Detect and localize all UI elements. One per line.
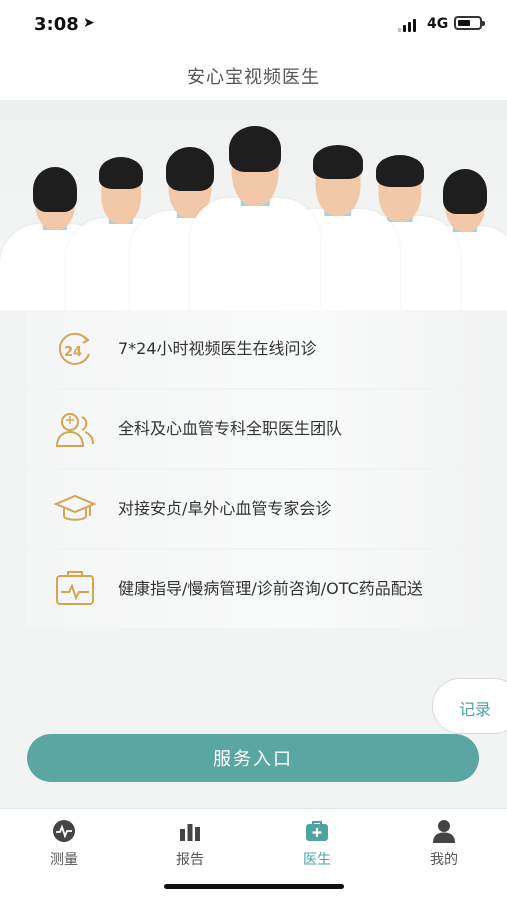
signal-icon xyxy=(398,18,416,32)
user-icon xyxy=(433,820,455,843)
feature-list: 24 7*24小时视频医生在线问诊 全科及心血管专科全职医生团队 对接安贞/阜外… xyxy=(26,310,480,630)
feature-card: 对接安贞/阜外心血管专家会诊 xyxy=(26,470,480,548)
doctor-team-icon xyxy=(55,413,94,447)
feature-card: 24 7*24小时视频医生在线问诊 xyxy=(26,310,480,388)
page-title: 安心宝视频医生 xyxy=(187,67,320,88)
bar-chart-icon xyxy=(180,824,200,841)
feature-card: 全科及心血管专科全职医生团队 xyxy=(26,390,480,468)
feature-text: 对接安贞/阜外心血管专家会诊 xyxy=(118,499,332,518)
tab-doctor[interactable]: 医生 xyxy=(272,819,362,875)
tab-label: 报告 xyxy=(176,852,204,868)
tab-measure[interactable]: 测量 xyxy=(19,819,109,875)
graduation-cap-icon xyxy=(54,494,96,521)
tab-label: 医生 xyxy=(303,852,331,868)
battery-icon xyxy=(454,16,485,30)
feature-text: 全科及心血管专科全职医生团队 xyxy=(118,419,343,438)
status-time: 3:08 xyxy=(34,14,79,35)
heartbeat-icon xyxy=(53,820,75,842)
records-button[interactable]: 记录 xyxy=(432,678,507,734)
location-arrow-icon: ➤ xyxy=(83,15,95,31)
tab-mine[interactable]: 我的 xyxy=(399,819,489,875)
tab-report[interactable]: 报告 xyxy=(145,819,235,875)
nav-header: 安心宝视频医生 xyxy=(0,50,507,101)
status-bar: 3:08 ➤ 4G xyxy=(0,0,507,50)
feature-card: 健康指导/慢病管理/诊前咨询/OTC药品配送 xyxy=(26,550,480,628)
health-record-icon xyxy=(56,571,94,605)
feature-text: 健康指导/慢病管理/诊前咨询/OTC药品配送 xyxy=(118,579,423,598)
feature-text: 7*24小时视频医生在线问诊 xyxy=(118,339,317,358)
network-type: 4G xyxy=(427,16,449,32)
medical-kit-icon xyxy=(306,821,328,841)
service-entry-button[interactable]: 服务入口 xyxy=(27,734,479,782)
tab-label: 测量 xyxy=(50,852,78,868)
clock-24-icon: 24 xyxy=(58,332,90,365)
tab-label: 我的 xyxy=(430,852,458,868)
svg-text:24: 24 xyxy=(64,345,82,360)
doctors-hero-image xyxy=(0,100,507,310)
doctor-figure xyxy=(190,126,320,310)
records-label: 记录 xyxy=(459,700,492,719)
home-indicator xyxy=(164,884,344,889)
